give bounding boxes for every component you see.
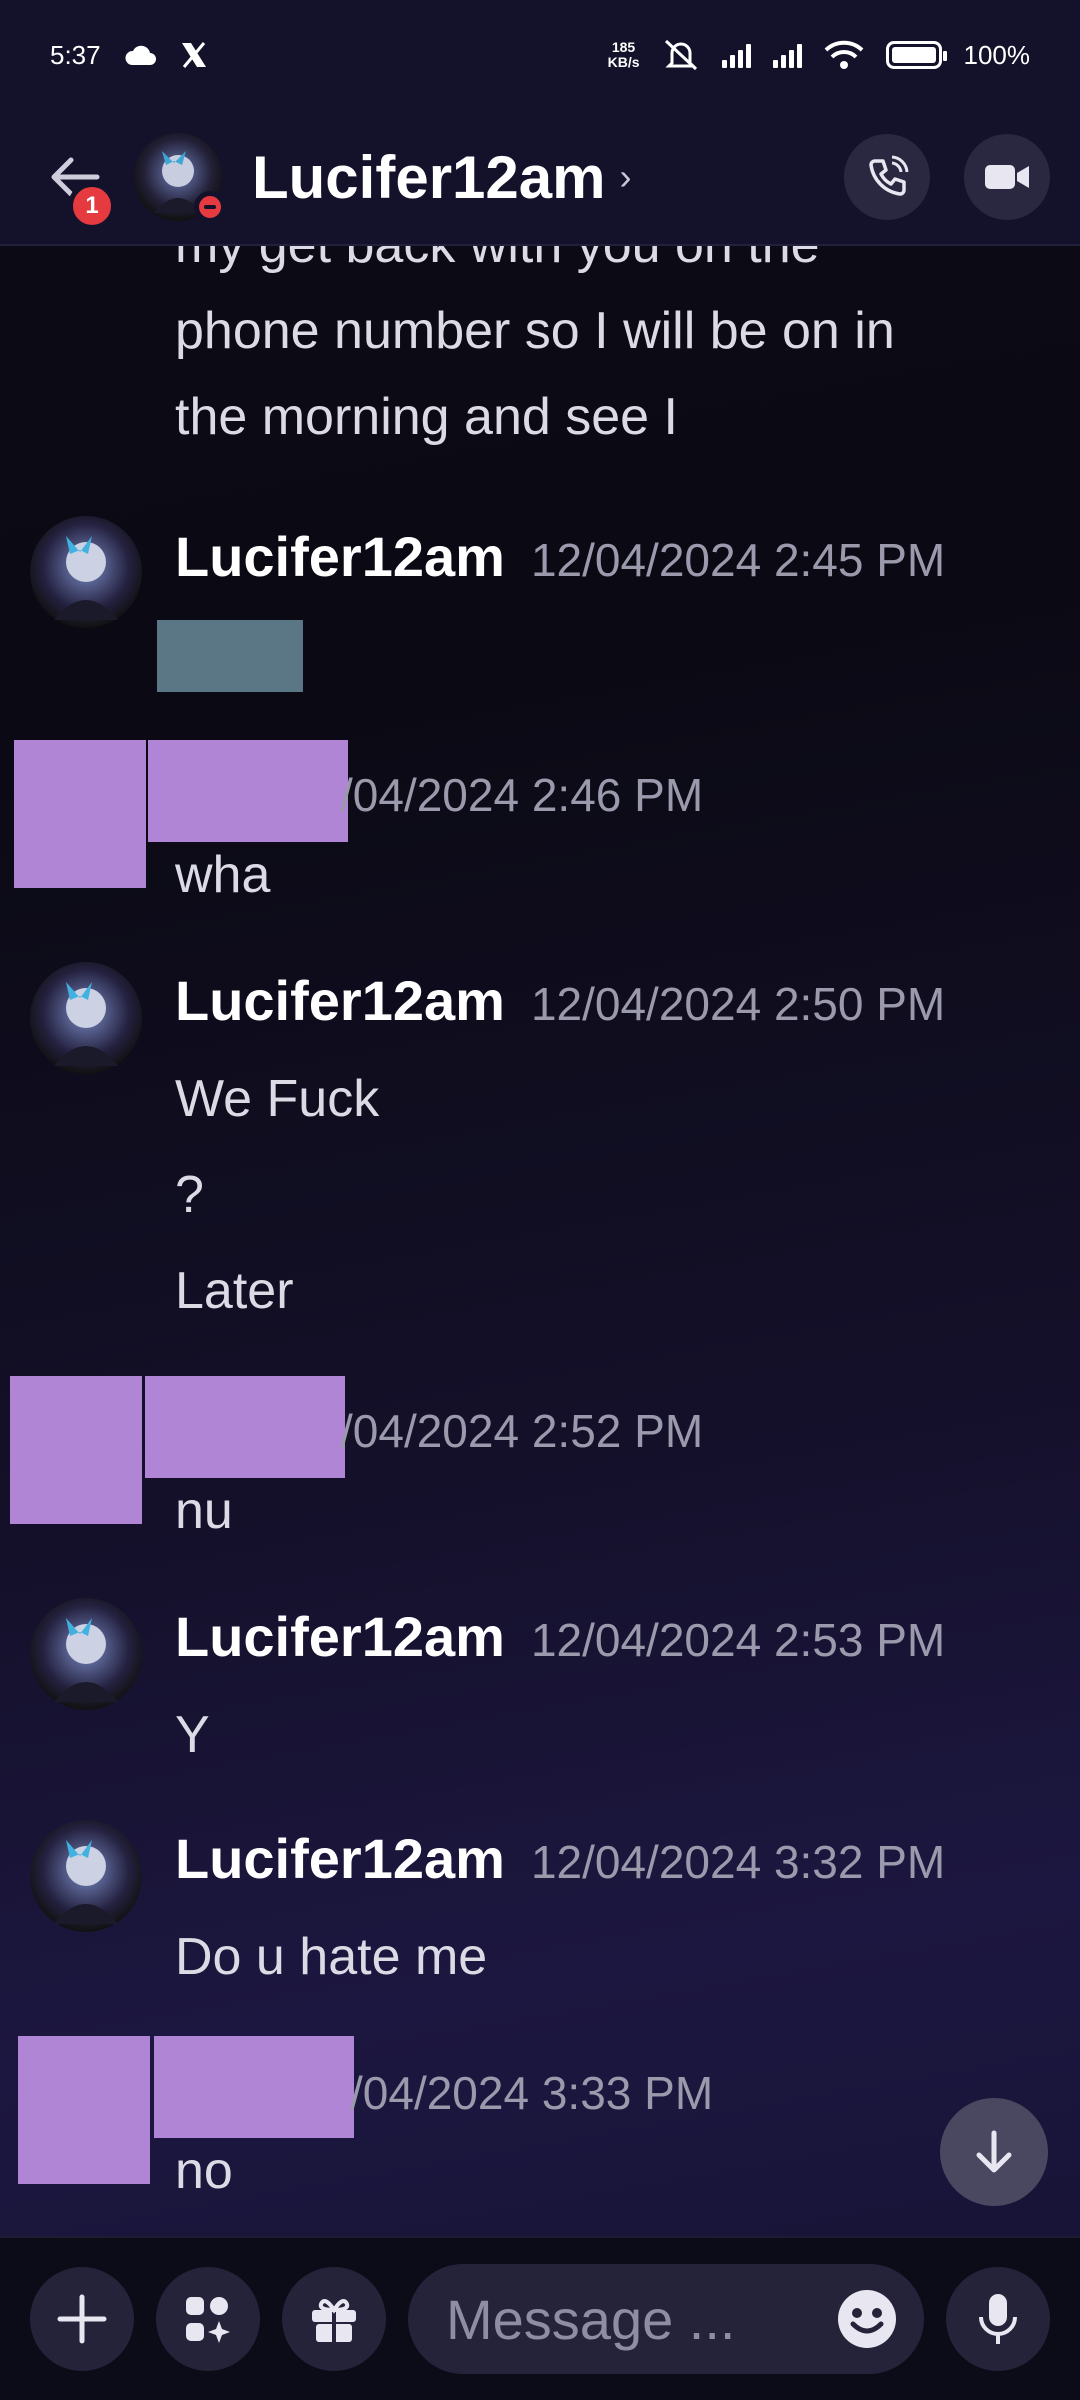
message-timestamp: 12/04/2024 2:45 PM bbox=[530, 534, 946, 586]
scroll-to-bottom-button[interactable] bbox=[940, 2098, 1048, 2206]
back-button[interactable]: 1 bbox=[30, 132, 120, 230]
apps-icon bbox=[186, 2297, 230, 2343]
avatar[interactable] bbox=[30, 516, 142, 628]
attachment-thumbnail[interactable] bbox=[157, 620, 303, 692]
message-line: We Fuck bbox=[175, 1070, 380, 1128]
plus-icon bbox=[57, 2294, 107, 2344]
emoji-icon[interactable] bbox=[836, 2288, 898, 2350]
add-attachment-button[interactable] bbox=[30, 2267, 134, 2371]
message-timestamp: 12/04/2024 3:32 PM bbox=[530, 1836, 946, 1888]
message-line: wha bbox=[175, 846, 271, 904]
header-actions bbox=[844, 134, 1050, 220]
avatar[interactable] bbox=[134, 133, 226, 223]
arrow-down-icon bbox=[976, 2130, 1012, 2173]
message-composer bbox=[0, 2236, 1080, 2400]
message-line: my get back with you on the bbox=[175, 246, 820, 288]
message-line: Later bbox=[175, 1262, 294, 1320]
message-line: the morning and see I bbox=[175, 388, 678, 446]
battery-fill bbox=[891, 47, 936, 63]
x-logo-icon bbox=[181, 42, 206, 68]
message-line: Do u hate me bbox=[175, 1928, 488, 1986]
redacted-avatar bbox=[18, 2036, 150, 2184]
avatar[interactable] bbox=[30, 962, 142, 1074]
message-author[interactable]: Lucifer12am bbox=[175, 968, 505, 1033]
message-timestamp: /04/2024 3:33 PM bbox=[350, 2067, 714, 2119]
dnd-status-icon bbox=[194, 191, 226, 223]
wifi-icon bbox=[824, 40, 863, 69]
redacted-username bbox=[145, 1376, 345, 1478]
message-input-container[interactable] bbox=[408, 2264, 924, 2374]
message-header: Lucifer12am 12/04/2024 3:32 PM bbox=[175, 1826, 945, 1891]
gift-button[interactable] bbox=[282, 2267, 386, 2371]
message-timestamp: 12/04/2024 2:50 PM bbox=[530, 978, 946, 1030]
page-title[interactable]: Lucifer12am bbox=[252, 143, 606, 212]
battery-icon bbox=[885, 41, 947, 69]
microphone-icon bbox=[979, 2294, 1017, 2344]
avatar[interactable] bbox=[30, 1598, 142, 1710]
message-line: phone number so I will be on in bbox=[175, 302, 895, 360]
cloud-icon bbox=[125, 45, 156, 65]
unread-badge: 1 bbox=[68, 182, 116, 230]
network-speed: 185 KB/s bbox=[607, 39, 640, 70]
video-call-button[interactable] bbox=[964, 134, 1050, 220]
message-author[interactable]: Lucifer12am bbox=[175, 1604, 505, 1669]
message-line: ? bbox=[175, 1166, 204, 1224]
message-header: Lucifer12am 12/04/2024 2:50 PM bbox=[175, 968, 945, 1033]
chevron-right-icon[interactable]: › bbox=[620, 156, 632, 198]
redacted-avatar bbox=[10, 1376, 142, 1524]
signal-icon-2 bbox=[772, 42, 802, 68]
status-right: 185 KB/s 100% bbox=[608, 37, 1030, 73]
message-author[interactable]: Lucifer12am bbox=[175, 1826, 505, 1891]
redacted-avatar bbox=[14, 740, 146, 888]
message-line: Y bbox=[175, 1706, 210, 1764]
message-timestamp: /04/2024 2:46 PM bbox=[340, 769, 704, 821]
call-button[interactable] bbox=[844, 134, 930, 220]
chat-header: 1 Lucifer12am › bbox=[0, 110, 1080, 246]
message-input[interactable] bbox=[444, 2285, 836, 2353]
status-left: 5:37 bbox=[50, 40, 209, 71]
message-header: Lucifer12am 12/04/2024 2:45 PM bbox=[175, 524, 945, 589]
message-timestamp: 12/04/2024 2:53 PM bbox=[530, 1614, 946, 1666]
message-line: no bbox=[175, 2142, 233, 2200]
message-line: nu bbox=[175, 1482, 233, 1540]
video-camera-icon bbox=[985, 165, 1029, 189]
battery-percent: 100% bbox=[963, 39, 1031, 70]
redacted-username bbox=[154, 2036, 354, 2138]
message-author[interactable]: Lucifer12am bbox=[175, 524, 505, 589]
bell-muted-icon bbox=[664, 39, 697, 71]
redacted-username bbox=[148, 740, 348, 842]
message-list[interactable]: my get back with you on the phone number… bbox=[0, 246, 1080, 2236]
status-bar: 5:37 185 KB/s 100% bbox=[0, 0, 1080, 110]
apps-button[interactable] bbox=[156, 2267, 260, 2371]
phone-icon bbox=[869, 155, 909, 196]
gift-icon bbox=[312, 2299, 356, 2342]
avatar[interactable] bbox=[30, 1820, 142, 1932]
voice-message-button[interactable] bbox=[946, 2267, 1050, 2371]
status-time: 5:37 bbox=[50, 39, 101, 70]
message-timestamp: /04/2024 2:52 PM bbox=[340, 1405, 704, 1457]
message-header: Lucifer12am 12/04/2024 2:53 PM bbox=[175, 1604, 945, 1669]
signal-icon bbox=[721, 42, 751, 68]
